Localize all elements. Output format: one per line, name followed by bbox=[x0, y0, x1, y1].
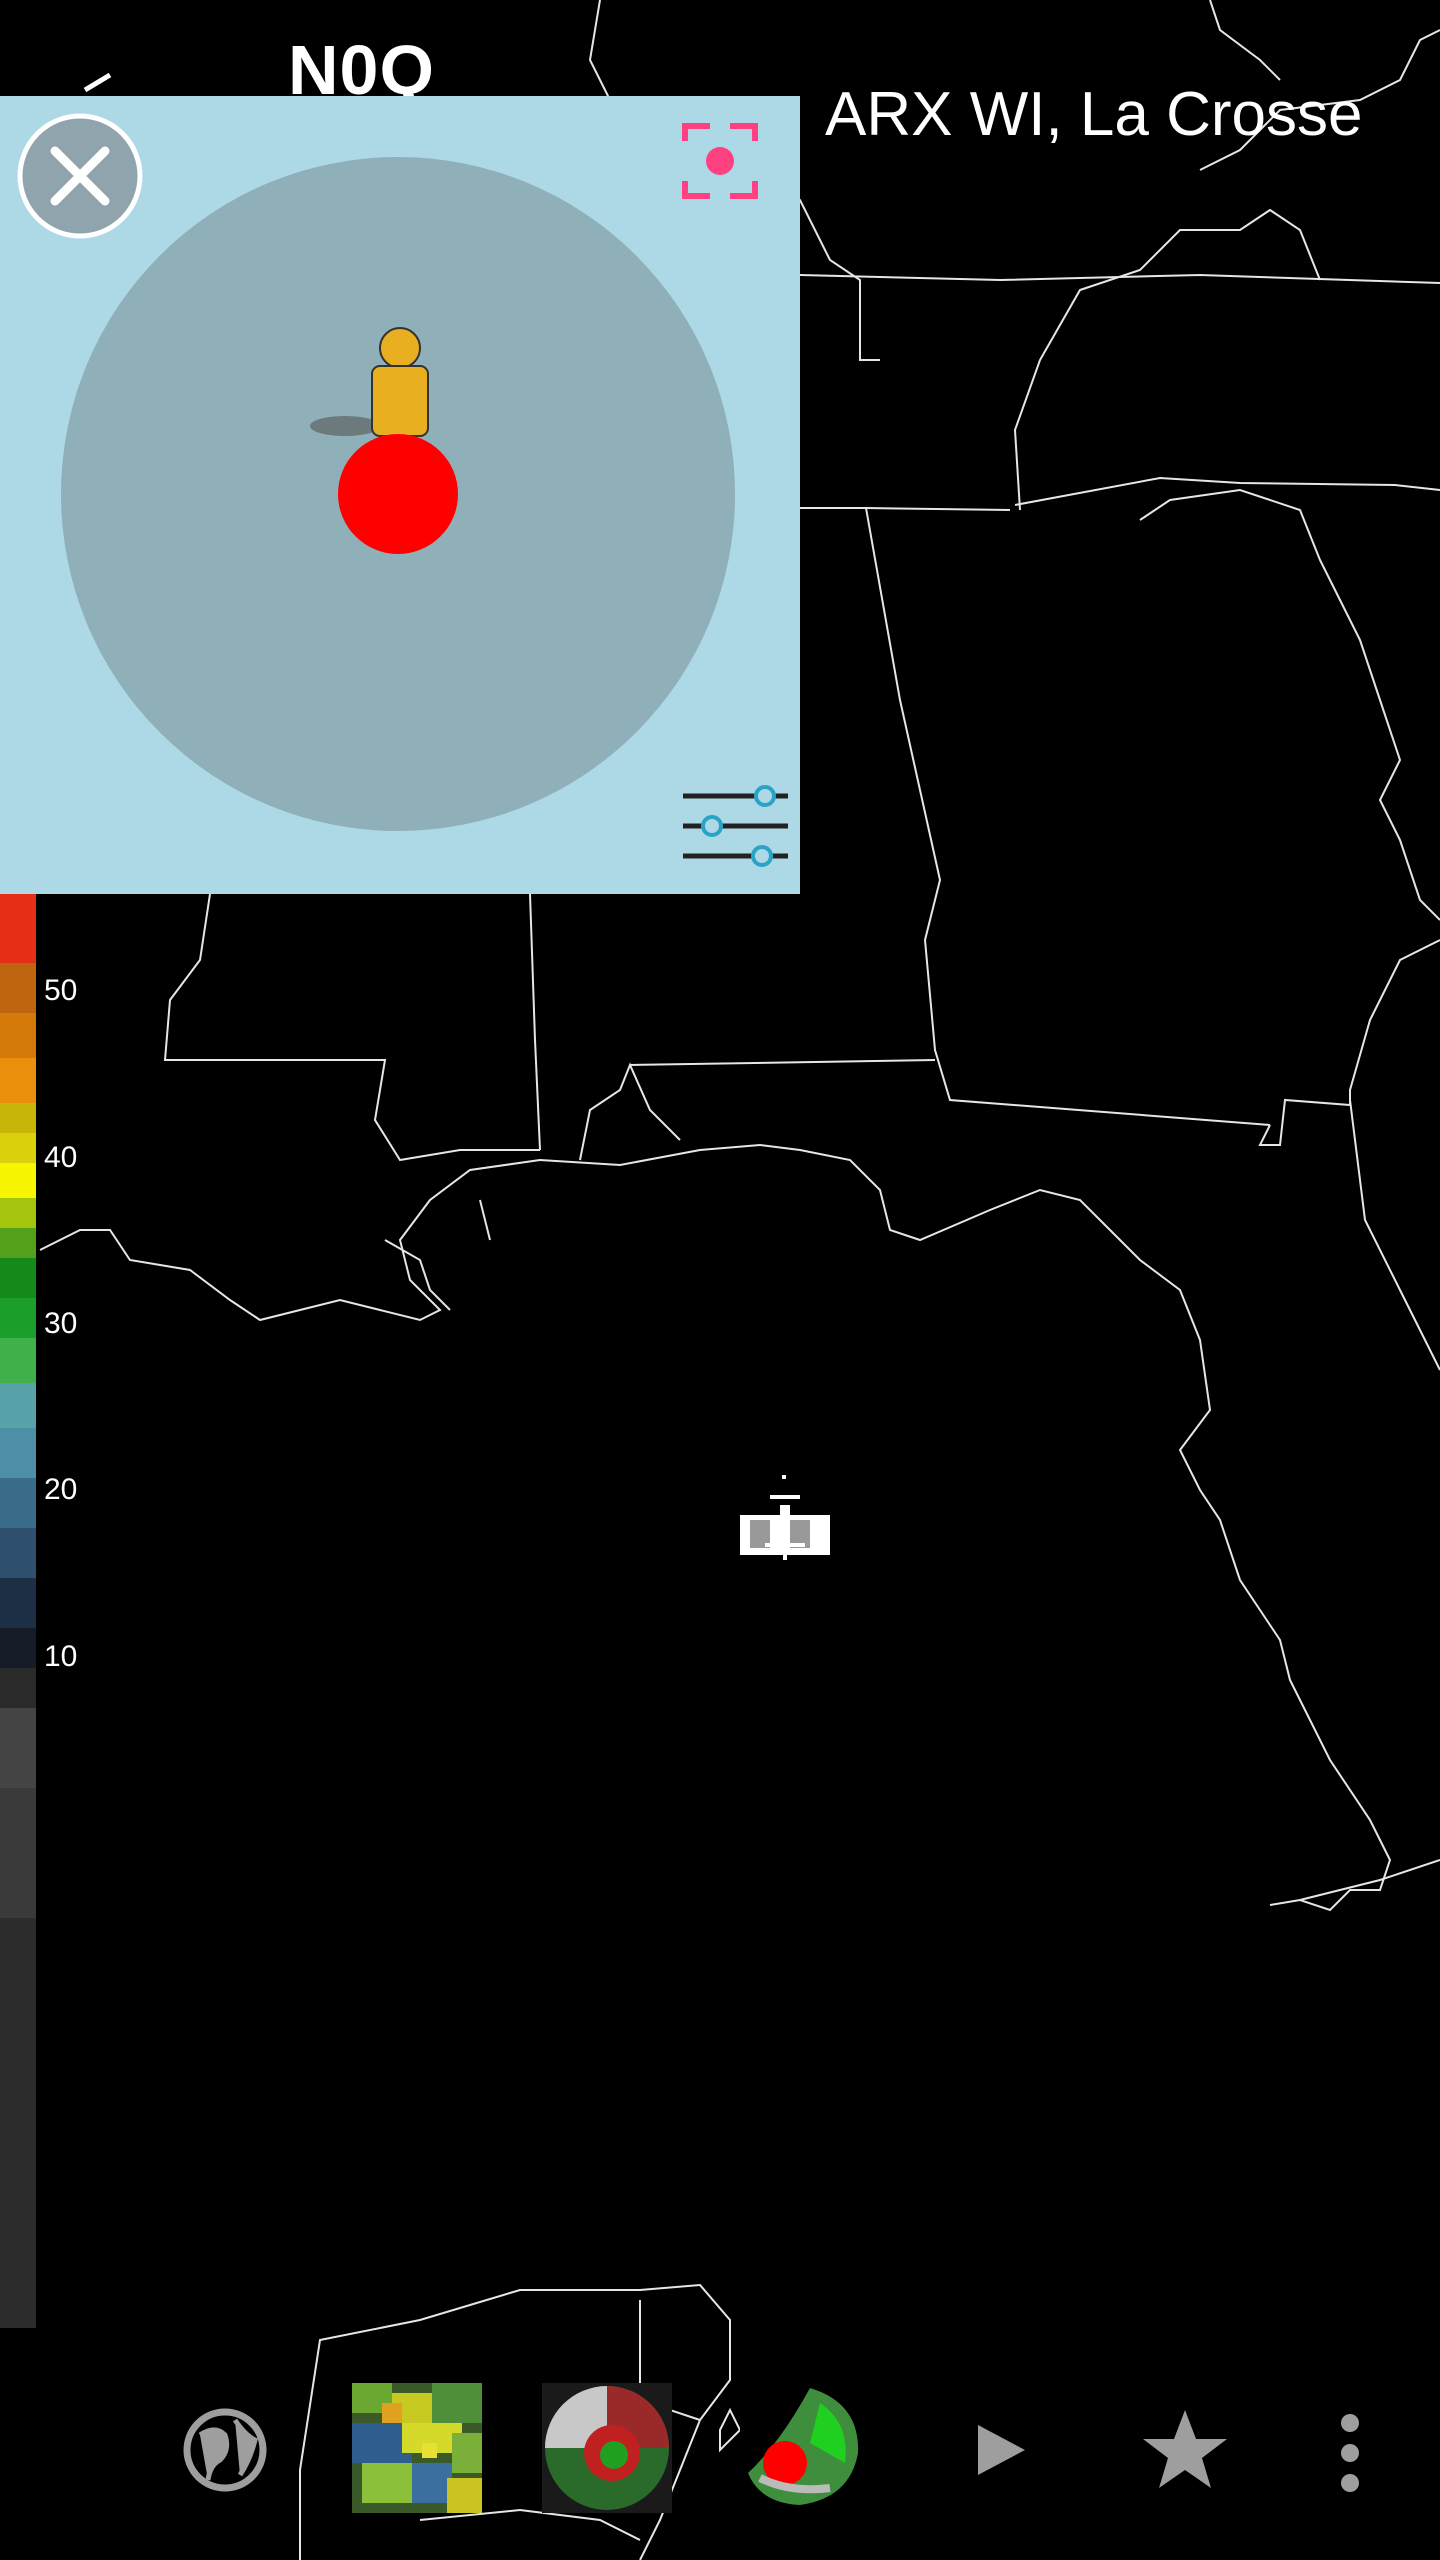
coastline bbox=[1299, 1859, 1440, 1901]
coastline bbox=[39, 1143, 1392, 1912]
state-border bbox=[1209, 0, 1281, 81]
play-icon[interactable] bbox=[970, 2420, 1030, 2480]
state-border bbox=[419, 2508, 641, 2541]
legend-label: 40 bbox=[44, 1141, 78, 1174]
legend-label: 20 bbox=[44, 1473, 78, 1506]
coastline bbox=[479, 1199, 491, 1241]
globe-icon[interactable] bbox=[180, 2405, 270, 2495]
radar-thumbnail-reflectivity[interactable] bbox=[352, 2383, 482, 2513]
state-border bbox=[865, 507, 1011, 511]
more-vert-icon[interactable] bbox=[1330, 2408, 1370, 2498]
state-border bbox=[1349, 1099, 1440, 1371]
state-border bbox=[529, 893, 541, 1151]
state-border bbox=[579, 1062, 681, 1161]
close-icon[interactable] bbox=[17, 113, 143, 239]
station-title[interactable]: ARX WI, La Crosse bbox=[825, 78, 1362, 152]
coastline bbox=[719, 2407, 742, 2453]
state-border bbox=[1139, 488, 1440, 921]
sliders-icon[interactable] bbox=[683, 785, 788, 867]
location-marker[interactable] bbox=[338, 434, 458, 554]
location-popup bbox=[0, 96, 800, 894]
coastline bbox=[384, 1239, 451, 1311]
star-icon[interactable] bbox=[1140, 2405, 1230, 2495]
state-border bbox=[163, 893, 540, 1162]
legend-label: 50 bbox=[44, 974, 78, 1007]
radar-site-marker[interactable] bbox=[740, 1475, 830, 1560]
state-border bbox=[1013, 208, 1321, 511]
legend-label: 10 bbox=[44, 1640, 78, 1673]
state-border bbox=[629, 1059, 936, 1066]
radar-thumbnail-storm[interactable] bbox=[740, 2383, 870, 2513]
recenter-icon[interactable] bbox=[682, 123, 758, 199]
reflectivity-legend bbox=[0, 888, 36, 2328]
legend-label: 30 bbox=[44, 1307, 78, 1340]
radar-thumbnail-velocity[interactable] bbox=[542, 2383, 672, 2513]
state-border bbox=[1258, 939, 1440, 1146]
state-border bbox=[800, 507, 1271, 1126]
